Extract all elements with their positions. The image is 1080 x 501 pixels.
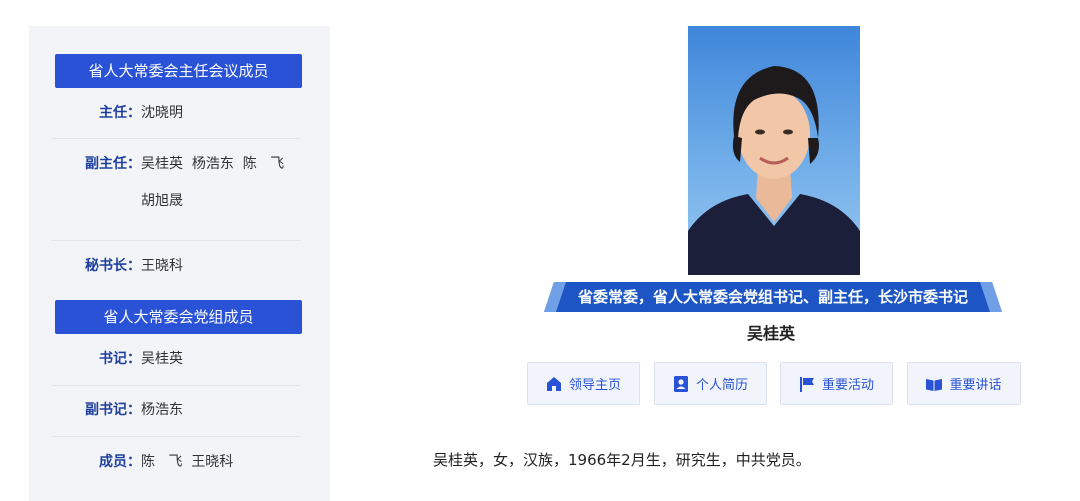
secretary-general-label: 秘书长：: [85, 258, 141, 274]
members-names[interactable]: 陈 飞 王晓科: [141, 444, 301, 481]
portrait-illustration: [688, 66, 860, 275]
leader-name: 吴桂英: [340, 320, 1080, 344]
leader-homepage-button[interactable]: 领导主页: [527, 362, 640, 405]
party-secretary-label: 书记：: [99, 351, 141, 367]
leader-name-text: 吴桂英: [746, 324, 795, 343]
important-activities-button[interactable]: 重要活动: [780, 362, 893, 405]
important-activities-label: 重要活动: [821, 378, 874, 393]
director-label: 主任：: [99, 105, 141, 121]
director-name[interactable]: 沈晓明: [141, 95, 301, 132]
section-title-director-meeting: 省人大常委会主任会议成员: [55, 54, 302, 88]
vice-director-names-line2[interactable]: 胡旭晟: [141, 183, 301, 220]
profile-main: 省委常委，省人大常委会党组书记、副主任，长沙市委书记 吴桂英 领导主页 个人简历…: [340, 0, 1080, 501]
divider: [51, 385, 301, 386]
deputy-secretary-label: 副书记：: [85, 402, 141, 418]
divider: [51, 436, 301, 437]
divider: [51, 138, 301, 139]
leadership-sidebar: 省人大常委会主任会议成员 主任： 沈晓明 副主任： 吴桂英 杨浩东 陈 飞 胡旭…: [29, 26, 330, 501]
home-icon: [546, 376, 561, 391]
divider: [51, 240, 301, 241]
resume-label: 个人简历: [695, 378, 748, 393]
title-banner-text: 省委常委，省人大常委会党组书记、副主任，长沙市委书记: [577, 288, 968, 306]
resume-button[interactable]: 个人简历: [654, 362, 767, 405]
deputy-secretary-name[interactable]: 杨浩东: [141, 392, 301, 429]
flag-icon: [799, 376, 814, 392]
book-icon: [926, 378, 943, 391]
portrait-photo: [688, 26, 860, 275]
vice-director-names-line1[interactable]: 吴桂英 杨浩东 陈 飞: [141, 146, 301, 183]
vice-director-label: 副主任：: [85, 156, 141, 172]
important-speeches-label: 重要讲话: [949, 378, 1002, 393]
important-speeches-button[interactable]: 重要讲话: [907, 362, 1021, 405]
section-title-party-group: 省人大常委会党组成员: [55, 300, 302, 334]
leader-homepage-label: 领导主页: [568, 378, 621, 393]
members-label: 成员：: [99, 454, 141, 470]
secretary-general-name[interactable]: 王晓科: [141, 248, 301, 285]
title-banner: 省委常委，省人大常委会党组书记、副主任，长沙市委书记: [544, 282, 1002, 312]
biography-intro: 吴桂英，女，汉族，1966年2月生，研究生，中共党员。: [433, 451, 811, 469]
profile-card-icon: [673, 375, 688, 392]
party-secretary-name[interactable]: 吴桂英: [141, 341, 301, 378]
